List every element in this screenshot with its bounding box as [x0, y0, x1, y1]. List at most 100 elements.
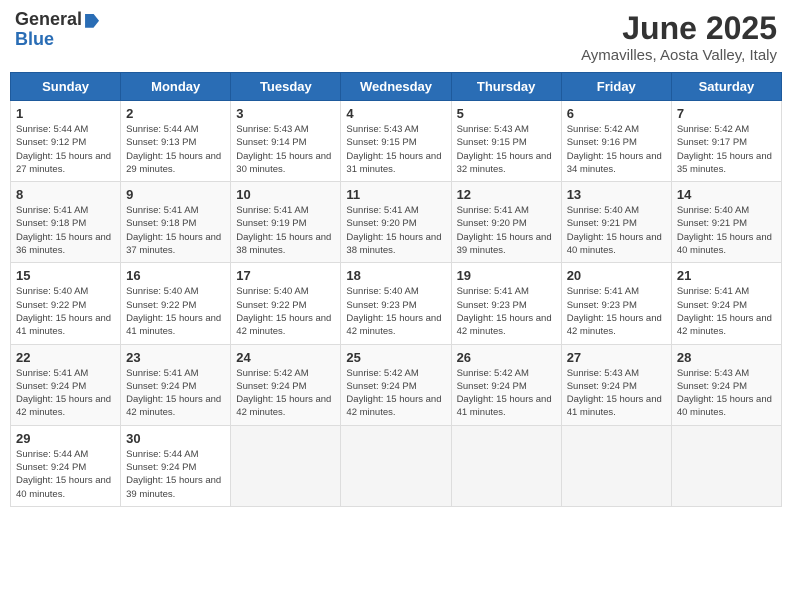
day-number: 24 [236, 350, 335, 365]
calendar-cell: 7 Sunrise: 5:42 AM Sunset: 9:17 PM Dayli… [671, 101, 781, 182]
day-info: Sunrise: 5:44 AM Sunset: 9:24 PM Dayligh… [16, 448, 115, 501]
header: General Blue June 2025 Aymavilles, Aosta… [10, 10, 782, 64]
day-number: 12 [457, 187, 556, 202]
day-info: Sunrise: 5:40 AM Sunset: 9:22 PM Dayligh… [16, 285, 115, 338]
calendar-cell: 2 Sunrise: 5:44 AM Sunset: 9:13 PM Dayli… [121, 101, 231, 182]
day-info: Sunrise: 5:43 AM Sunset: 9:24 PM Dayligh… [677, 367, 776, 420]
day-info: Sunrise: 5:42 AM Sunset: 9:17 PM Dayligh… [677, 123, 776, 176]
col-wednesday: Wednesday [341, 73, 451, 101]
col-saturday: Saturday [671, 73, 781, 101]
calendar-cell: 24 Sunrise: 5:42 AM Sunset: 9:24 PM Dayl… [231, 344, 341, 425]
calendar-cell: 10 Sunrise: 5:41 AM Sunset: 9:19 PM Dayl… [231, 182, 341, 263]
calendar-cell: 1 Sunrise: 5:44 AM Sunset: 9:12 PM Dayli… [11, 101, 121, 182]
calendar-row-2: 8 Sunrise: 5:41 AM Sunset: 9:18 PM Dayli… [11, 182, 782, 263]
day-info: Sunrise: 5:44 AM Sunset: 9:13 PM Dayligh… [126, 123, 225, 176]
day-number: 6 [567, 106, 666, 121]
day-number: 21 [677, 268, 776, 283]
day-number: 3 [236, 106, 335, 121]
day-number: 13 [567, 187, 666, 202]
day-number: 4 [346, 106, 445, 121]
calendar-cell: 20 Sunrise: 5:41 AM Sunset: 9:23 PM Dayl… [561, 263, 671, 344]
day-number: 14 [677, 187, 776, 202]
day-info: Sunrise: 5:42 AM Sunset: 9:24 PM Dayligh… [457, 367, 556, 420]
col-friday: Friday [561, 73, 671, 101]
day-number: 29 [16, 431, 115, 446]
logo: General Blue [15, 10, 99, 50]
day-info: Sunrise: 5:40 AM Sunset: 9:21 PM Dayligh… [567, 204, 666, 257]
day-info: Sunrise: 5:41 AM Sunset: 9:20 PM Dayligh… [457, 204, 556, 257]
day-number: 25 [346, 350, 445, 365]
day-number: 10 [236, 187, 335, 202]
calendar-cell: 6 Sunrise: 5:42 AM Sunset: 9:16 PM Dayli… [561, 101, 671, 182]
day-info: Sunrise: 5:41 AM Sunset: 9:18 PM Dayligh… [16, 204, 115, 257]
calendar-cell [341, 425, 451, 506]
day-info: Sunrise: 5:41 AM Sunset: 9:19 PM Dayligh… [236, 204, 335, 257]
calendar-cell: 25 Sunrise: 5:42 AM Sunset: 9:24 PM Dayl… [341, 344, 451, 425]
day-number: 26 [457, 350, 556, 365]
day-info: Sunrise: 5:40 AM Sunset: 9:21 PM Dayligh… [677, 204, 776, 257]
day-info: Sunrise: 5:44 AM Sunset: 9:24 PM Dayligh… [126, 448, 225, 501]
calendar-cell: 30 Sunrise: 5:44 AM Sunset: 9:24 PM Dayl… [121, 425, 231, 506]
day-info: Sunrise: 5:43 AM Sunset: 9:15 PM Dayligh… [457, 123, 556, 176]
calendar-cell: 11 Sunrise: 5:41 AM Sunset: 9:20 PM Dayl… [341, 182, 451, 263]
day-number: 5 [457, 106, 556, 121]
calendar-cell: 19 Sunrise: 5:41 AM Sunset: 9:23 PM Dayl… [451, 263, 561, 344]
calendar-cell: 16 Sunrise: 5:40 AM Sunset: 9:22 PM Dayl… [121, 263, 231, 344]
calendar-cell: 9 Sunrise: 5:41 AM Sunset: 9:18 PM Dayli… [121, 182, 231, 263]
title-section: June 2025 Aymavilles, Aosta Valley, Ital… [581, 10, 777, 64]
calendar-cell: 27 Sunrise: 5:43 AM Sunset: 9:24 PM Dayl… [561, 344, 671, 425]
day-info: Sunrise: 5:43 AM Sunset: 9:24 PM Dayligh… [567, 367, 666, 420]
calendar-row-3: 15 Sunrise: 5:40 AM Sunset: 9:22 PM Dayl… [11, 263, 782, 344]
calendar-table: Sunday Monday Tuesday Wednesday Thursday… [10, 72, 782, 507]
day-info: Sunrise: 5:41 AM Sunset: 9:23 PM Dayligh… [457, 285, 556, 338]
calendar-row-5: 29 Sunrise: 5:44 AM Sunset: 9:24 PM Dayl… [11, 425, 782, 506]
day-info: Sunrise: 5:42 AM Sunset: 9:16 PM Dayligh… [567, 123, 666, 176]
calendar-cell: 17 Sunrise: 5:40 AM Sunset: 9:22 PM Dayl… [231, 263, 341, 344]
day-number: 28 [677, 350, 776, 365]
calendar-cell: 23 Sunrise: 5:41 AM Sunset: 9:24 PM Dayl… [121, 344, 231, 425]
calendar-cell: 12 Sunrise: 5:41 AM Sunset: 9:20 PM Dayl… [451, 182, 561, 263]
header-row: Sunday Monday Tuesday Wednesday Thursday… [11, 73, 782, 101]
col-sunday: Sunday [11, 73, 121, 101]
day-number: 19 [457, 268, 556, 283]
day-number: 16 [126, 268, 225, 283]
calendar-row-4: 22 Sunrise: 5:41 AM Sunset: 9:24 PM Dayl… [11, 344, 782, 425]
day-info: Sunrise: 5:41 AM Sunset: 9:20 PM Dayligh… [346, 204, 445, 257]
day-number: 7 [677, 106, 776, 121]
logo-blue: Blue [15, 29, 54, 49]
calendar-cell: 22 Sunrise: 5:41 AM Sunset: 9:24 PM Dayl… [11, 344, 121, 425]
calendar-cell: 4 Sunrise: 5:43 AM Sunset: 9:15 PM Dayli… [341, 101, 451, 182]
calendar-cell: 21 Sunrise: 5:41 AM Sunset: 9:24 PM Dayl… [671, 263, 781, 344]
calendar-cell: 15 Sunrise: 5:40 AM Sunset: 9:22 PM Dayl… [11, 263, 121, 344]
calendar-cell [671, 425, 781, 506]
day-info: Sunrise: 5:42 AM Sunset: 9:24 PM Dayligh… [346, 367, 445, 420]
day-info: Sunrise: 5:40 AM Sunset: 9:22 PM Dayligh… [236, 285, 335, 338]
calendar-cell: 29 Sunrise: 5:44 AM Sunset: 9:24 PM Dayl… [11, 425, 121, 506]
day-number: 8 [16, 187, 115, 202]
day-info: Sunrise: 5:41 AM Sunset: 9:24 PM Dayligh… [16, 367, 115, 420]
day-number: 27 [567, 350, 666, 365]
day-info: Sunrise: 5:41 AM Sunset: 9:24 PM Dayligh… [126, 367, 225, 420]
day-info: Sunrise: 5:40 AM Sunset: 9:22 PM Dayligh… [126, 285, 225, 338]
day-number: 22 [16, 350, 115, 365]
day-number: 17 [236, 268, 335, 283]
day-info: Sunrise: 5:41 AM Sunset: 9:18 PM Dayligh… [126, 204, 225, 257]
logo-icon [85, 14, 99, 28]
calendar-cell: 13 Sunrise: 5:40 AM Sunset: 9:21 PM Dayl… [561, 182, 671, 263]
month-title: June 2025 [581, 10, 777, 47]
calendar-cell: 18 Sunrise: 5:40 AM Sunset: 9:23 PM Dayl… [341, 263, 451, 344]
calendar-cell: 28 Sunrise: 5:43 AM Sunset: 9:24 PM Dayl… [671, 344, 781, 425]
calendar-cell [231, 425, 341, 506]
calendar-cell: 8 Sunrise: 5:41 AM Sunset: 9:18 PM Dayli… [11, 182, 121, 263]
col-tuesday: Tuesday [231, 73, 341, 101]
day-info: Sunrise: 5:44 AM Sunset: 9:12 PM Dayligh… [16, 123, 115, 176]
location-title: Aymavilles, Aosta Valley, Italy [581, 47, 777, 64]
calendar-cell [451, 425, 561, 506]
day-number: 9 [126, 187, 225, 202]
calendar-cell: 14 Sunrise: 5:40 AM Sunset: 9:21 PM Dayl… [671, 182, 781, 263]
day-number: 1 [16, 106, 115, 121]
day-number: 20 [567, 268, 666, 283]
day-info: Sunrise: 5:41 AM Sunset: 9:23 PM Dayligh… [567, 285, 666, 338]
calendar-row-1: 1 Sunrise: 5:44 AM Sunset: 9:12 PM Dayli… [11, 101, 782, 182]
calendar-cell: 3 Sunrise: 5:43 AM Sunset: 9:14 PM Dayli… [231, 101, 341, 182]
